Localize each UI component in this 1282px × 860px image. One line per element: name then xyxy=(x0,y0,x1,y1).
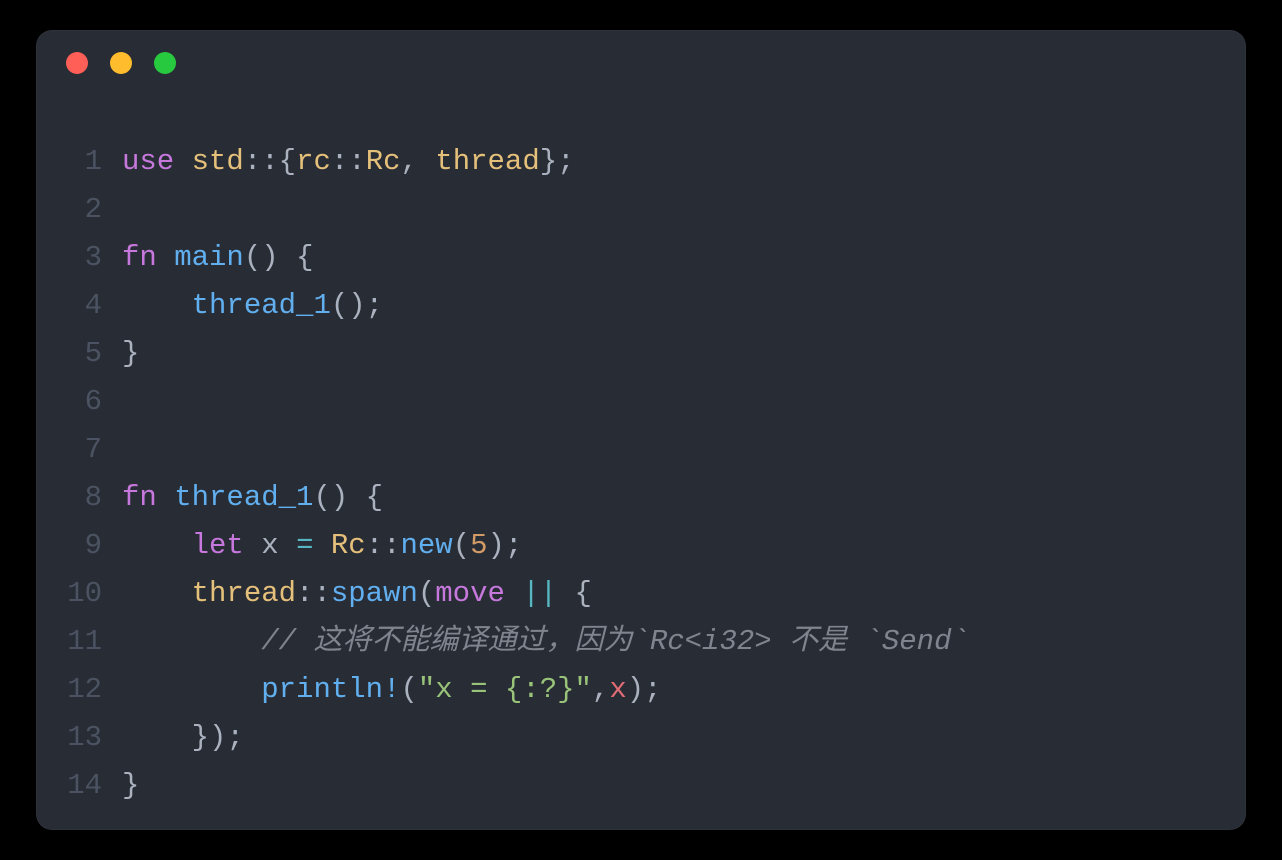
line-number: 10 xyxy=(36,570,122,618)
code-content: thread::spawn(move || { xyxy=(122,570,1246,618)
code-content: // 这将不能编译通过，因为`Rc<i32> 不是 `Send` xyxy=(122,618,1246,666)
code-line: 3 fn main() { xyxy=(36,234,1246,282)
line-number: 8 xyxy=(36,474,122,522)
code-content: let x = Rc::new(5); xyxy=(122,522,1246,570)
code-line: 13 }); xyxy=(36,714,1246,762)
code-content: fn thread_1() { xyxy=(122,474,1246,522)
code-content: } xyxy=(122,762,1246,810)
line-number: 6 xyxy=(36,378,122,426)
code-content: use std::{rc::Rc, thread}; xyxy=(122,138,1246,186)
minimize-icon[interactable] xyxy=(110,52,132,74)
code-line: 5 } xyxy=(36,330,1246,378)
code-content: println!("x = {:?}",x); xyxy=(122,666,1246,714)
code-line: 2 xyxy=(36,186,1246,234)
code-content: fn main() { xyxy=(122,234,1246,282)
code-content xyxy=(122,426,1246,474)
line-number: 9 xyxy=(36,522,122,570)
code-line: 8 fn thread_1() { xyxy=(36,474,1246,522)
window-titlebar xyxy=(36,30,1246,96)
code-content xyxy=(122,186,1246,234)
code-line: 14 } xyxy=(36,762,1246,810)
line-number: 4 xyxy=(36,282,122,330)
close-icon[interactable] xyxy=(66,52,88,74)
code-content: } xyxy=(122,330,1246,378)
code-area[interactable]: 1 use std::{rc::Rc, thread}; 2 3 fn main… xyxy=(36,138,1246,810)
code-line: 4 thread_1(); xyxy=(36,282,1246,330)
zoom-icon[interactable] xyxy=(154,52,176,74)
code-content: }); xyxy=(122,714,1246,762)
code-line: 12 println!("x = {:?}",x); xyxy=(36,666,1246,714)
line-number: 5 xyxy=(36,330,122,378)
code-content: thread_1(); xyxy=(122,282,1246,330)
line-number: 3 xyxy=(36,234,122,282)
code-line: 10 thread::spawn(move || { xyxy=(36,570,1246,618)
line-number: 2 xyxy=(36,186,122,234)
code-line: 11 // 这将不能编译通过，因为`Rc<i32> 不是 `Send` xyxy=(36,618,1246,666)
line-number: 13 xyxy=(36,714,122,762)
code-line: 9 let x = Rc::new(5); xyxy=(36,522,1246,570)
code-line: 6 xyxy=(36,378,1246,426)
code-line: 1 use std::{rc::Rc, thread}; xyxy=(36,138,1246,186)
line-number: 14 xyxy=(36,762,122,810)
editor-window: 1 use std::{rc::Rc, thread}; 2 3 fn main… xyxy=(36,30,1246,830)
line-number: 11 xyxy=(36,618,122,666)
line-number: 1 xyxy=(36,138,122,186)
code-content xyxy=(122,378,1246,426)
line-number: 12 xyxy=(36,666,122,714)
line-number: 7 xyxy=(36,426,122,474)
code-line: 7 xyxy=(36,426,1246,474)
